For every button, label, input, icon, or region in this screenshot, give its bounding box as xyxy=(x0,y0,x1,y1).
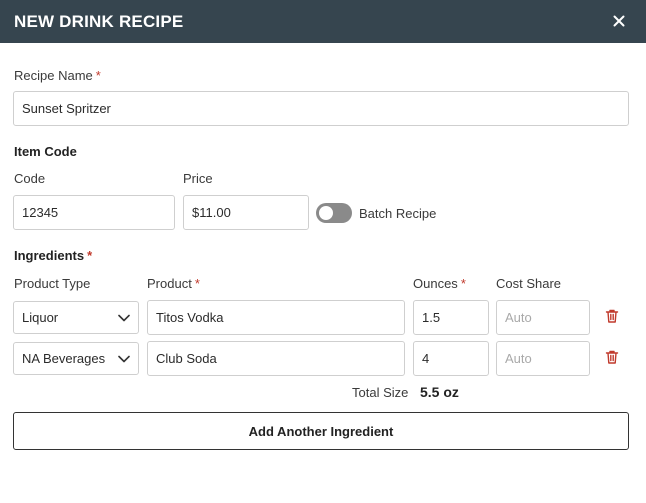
ounces-input[interactable] xyxy=(413,341,489,376)
delete-ingredient-button[interactable] xyxy=(604,349,620,365)
cost-share-input[interactable] xyxy=(496,341,590,376)
chevron-down-icon xyxy=(118,314,130,321)
modal-title: NEW DRINK RECIPE xyxy=(14,12,184,31)
product-type-value: NA Beverages xyxy=(22,351,106,366)
delete-ingredient-button[interactable] xyxy=(604,308,620,324)
trash-icon xyxy=(605,350,619,364)
code-input[interactable] xyxy=(13,195,175,230)
required-mark: * xyxy=(87,248,93,263)
batch-recipe-label: Batch Recipe xyxy=(359,206,437,221)
product-type-value: Liquor xyxy=(22,310,59,325)
trash-icon xyxy=(605,309,619,323)
product-type-select[interactable]: NA Beverages xyxy=(13,342,139,375)
modal-header: NEW DRINK RECIPE xyxy=(0,0,646,43)
batch-recipe-toggle[interactable] xyxy=(316,203,352,223)
item-code-title: Item Code xyxy=(14,144,77,159)
product-type-column-header: Product Type xyxy=(14,276,91,291)
chevron-down-icon xyxy=(118,355,130,362)
close-button[interactable] xyxy=(610,12,628,30)
total-size-label: Total Size xyxy=(352,385,409,400)
cost-share-column-header: Cost Share xyxy=(496,276,562,291)
ingredients-title: Ingredients * xyxy=(14,248,93,263)
ounces-input[interactable] xyxy=(413,300,489,335)
code-label: Code xyxy=(14,171,46,186)
add-ingredient-button[interactable]: Add Another Ingredient xyxy=(13,412,629,450)
recipe-name-label: Recipe Name * xyxy=(14,68,101,83)
price-input[interactable] xyxy=(183,195,309,230)
ounces-column-header: Ounces * xyxy=(413,276,466,291)
toggle-knob xyxy=(319,206,333,220)
required-mark: * xyxy=(194,276,200,291)
product-input[interactable] xyxy=(147,341,405,376)
required-mark: * xyxy=(95,68,101,83)
recipe-name-input[interactable] xyxy=(13,91,629,126)
total-size-value: 5.5 oz xyxy=(420,384,459,400)
required-mark: * xyxy=(460,276,466,291)
close-icon xyxy=(613,15,625,27)
price-label: Price xyxy=(183,171,213,186)
product-type-select[interactable]: Liquor xyxy=(13,301,139,334)
product-column-header: Product * xyxy=(147,276,200,291)
cost-share-input[interactable] xyxy=(496,300,590,335)
product-input[interactable] xyxy=(147,300,405,335)
